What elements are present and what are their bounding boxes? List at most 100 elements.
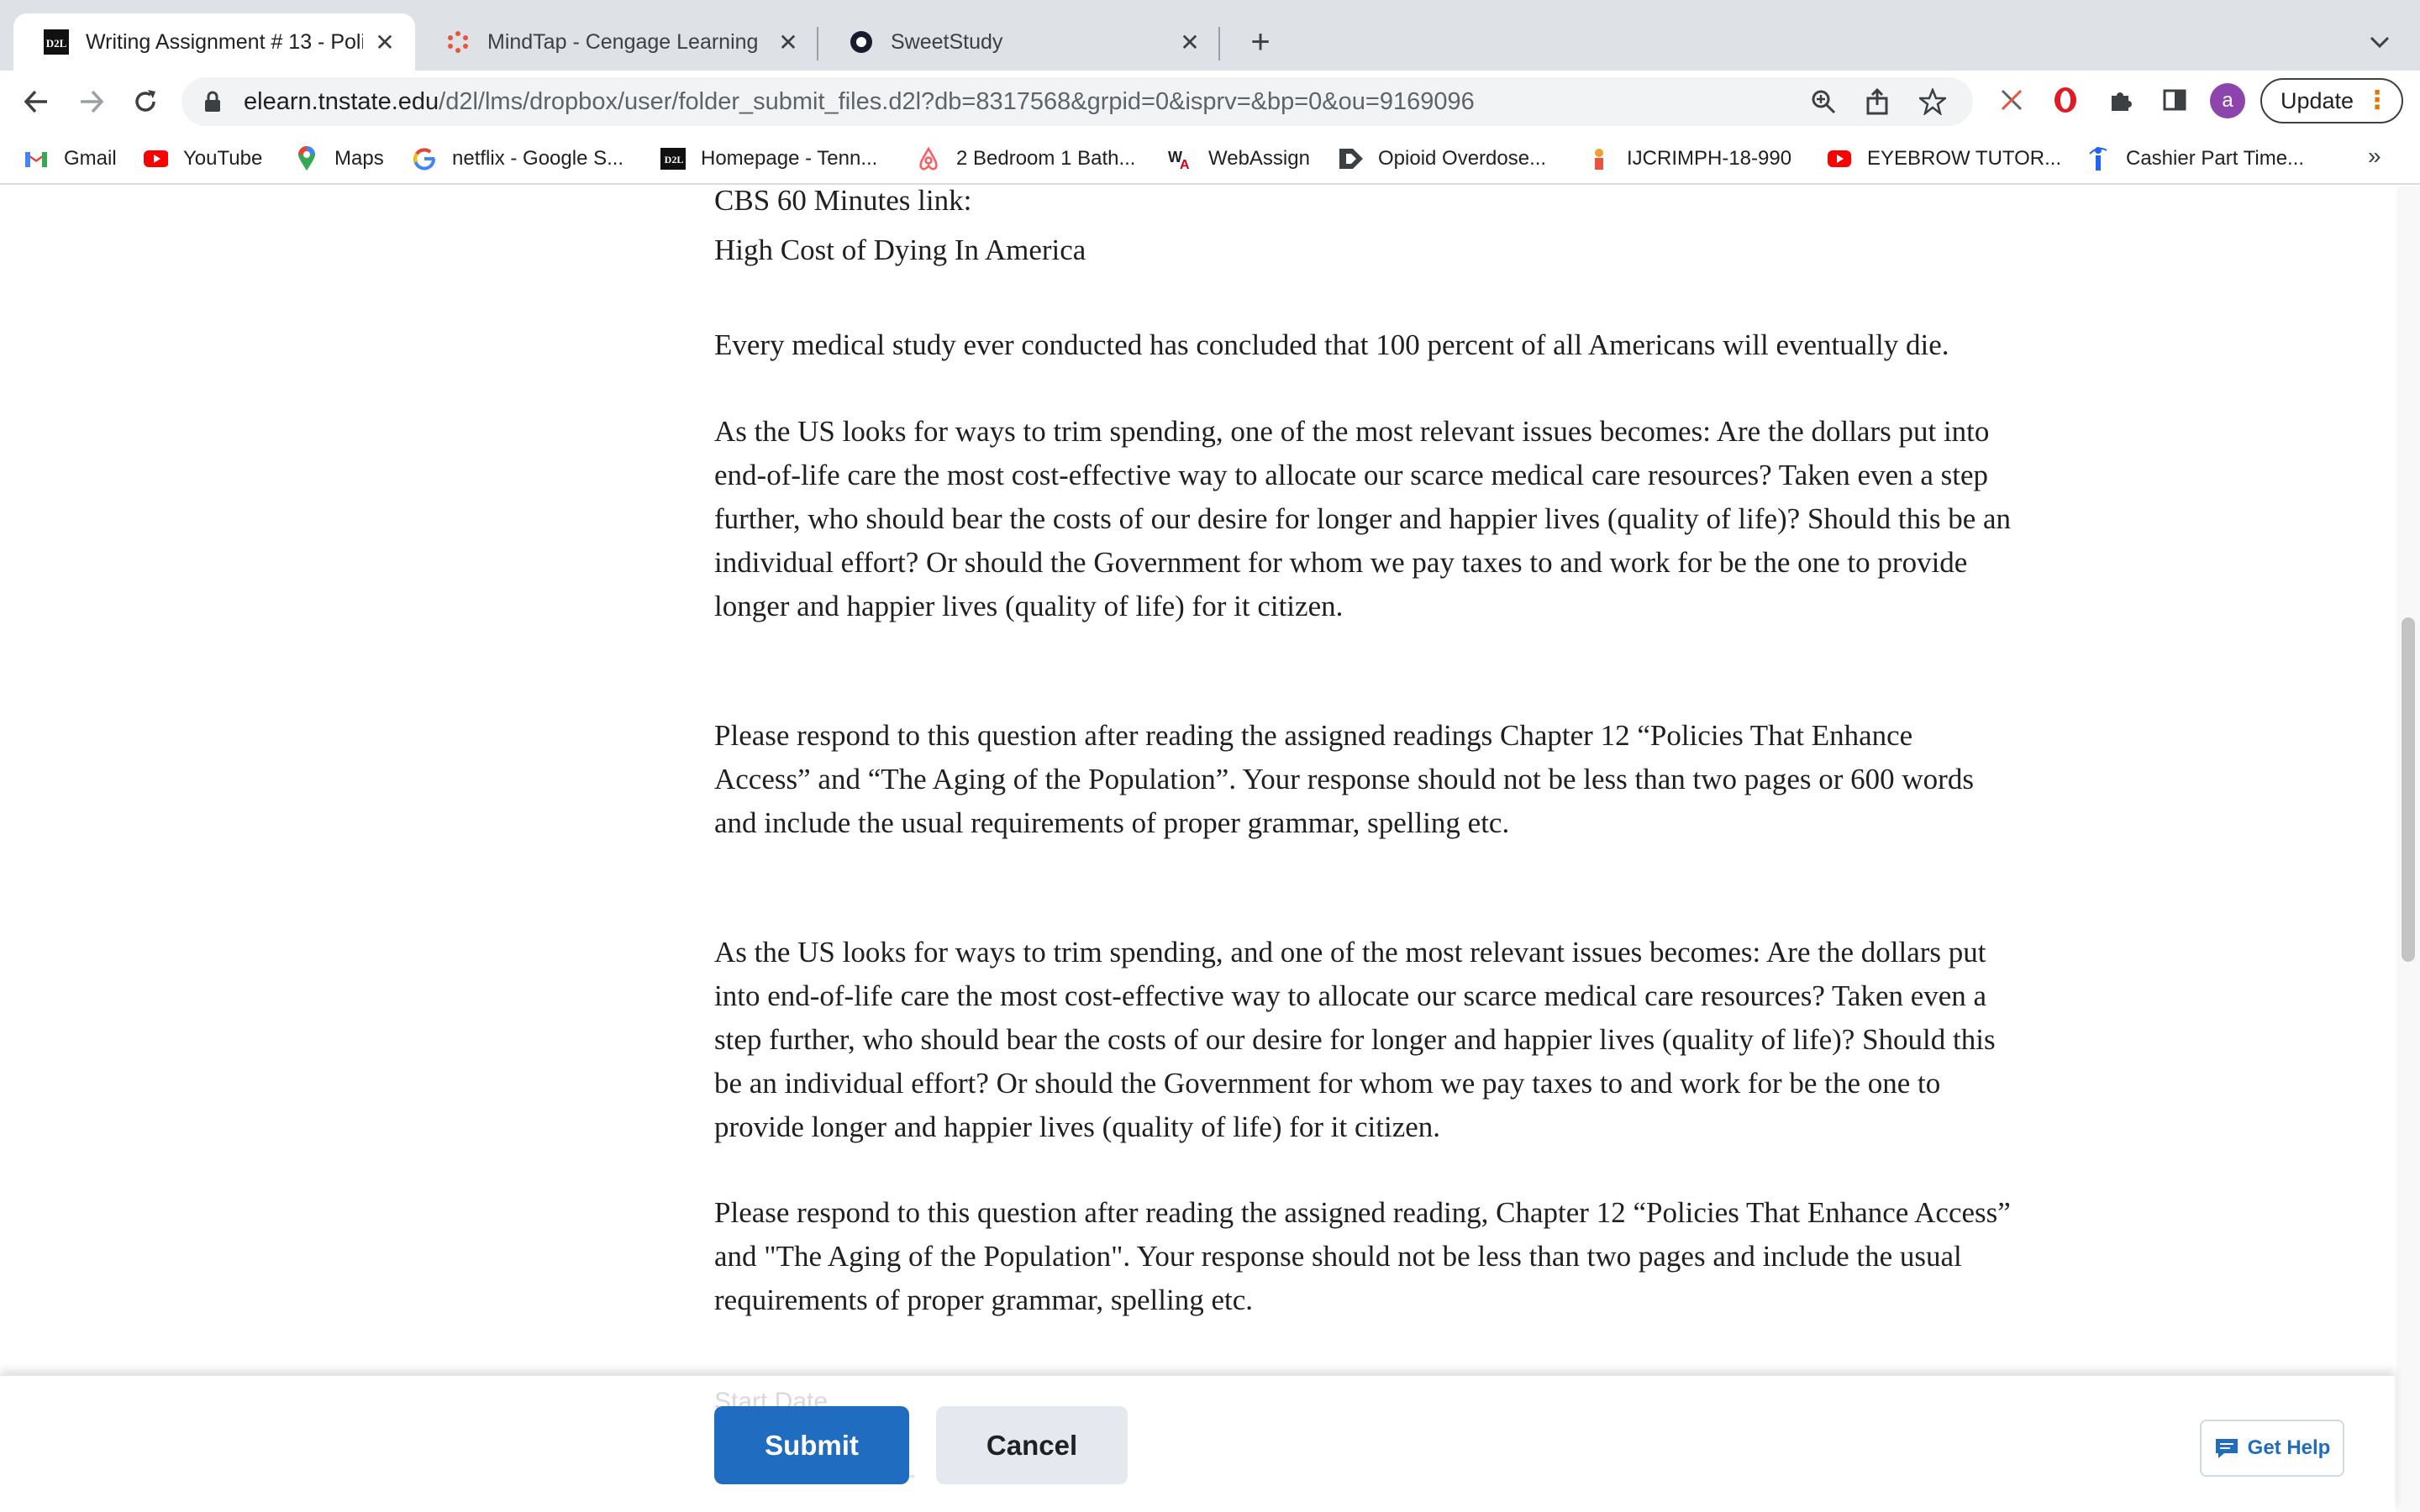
reload-icon[interactable] — [126, 82, 165, 121]
paragraph-line: longer and happier lives (quality of lif… — [714, 590, 1344, 622]
paragraph-question-2: As the US looks for ways to trim spendin… — [714, 931, 2075, 1149]
star-bookmark-icon[interactable] — [1916, 85, 1949, 118]
paragraph-line: step further, who should bear the costs … — [714, 1023, 1996, 1056]
paragraph-line: into end-of-life care the most cost-effe… — [714, 979, 1987, 1012]
indeed-icon — [2086, 146, 2111, 171]
submit-button[interactable]: Submit — [714, 1406, 909, 1484]
new-tab-icon[interactable]: + — [1242, 24, 1279, 60]
bookmark-gmail[interactable]: Gmail — [24, 143, 117, 175]
extension-scissors-icon[interactable] — [1993, 81, 2030, 118]
bookmark-label: 2 Bedroom 1 Bath... — [956, 147, 1136, 170]
svg-text:D2L: D2L — [665, 154, 684, 165]
cbs-link-label: CBS 60 Minutes link: — [714, 184, 972, 217]
browser-toolbar: elearn.tnstate.edu/d2l/lms/dropbox/user/… — [0, 71, 2420, 133]
youtube-icon — [143, 146, 168, 171]
profile-avatar[interactable]: a — [2210, 83, 2245, 118]
submit-action-bar — [0, 1375, 2395, 1512]
journal-icon — [1586, 146, 1612, 171]
mindtap-icon — [445, 29, 471, 55]
bookmark-label: Homepage - Tenn... — [701, 147, 878, 170]
bookmark-ijcrimph[interactable]: IJCRIMPH-18-990 — [1586, 143, 1791, 175]
paragraph-line: As the US looks for ways to trim spendin… — [714, 936, 1986, 969]
chat-icon — [2214, 1436, 2239, 1460]
bookmark-airbnb[interactable]: 2 Bedroom 1 Bath... — [916, 143, 1135, 175]
paragraph-intro: Every medical study ever conducted has c… — [714, 328, 1949, 361]
paragraph-line: further, who should bear the costs of ou… — [714, 502, 2012, 535]
paragraph-instructions-1: Please respond to this question after re… — [714, 714, 2075, 845]
more-bookmarks-icon[interactable]: » — [2368, 143, 2381, 170]
svg-text:A: A — [1180, 158, 1190, 171]
paragraph-line: end-of-life care the most cost-effective… — [714, 459, 1989, 491]
bookmark-label: Maps — [334, 147, 384, 170]
high-cost-of-dying-link[interactable]: High Cost of Dying In America — [714, 228, 2075, 272]
paragraph-line: requirements of proper grammar, spelling… — [714, 1284, 1254, 1316]
paragraph-line: Please respond to this question after re… — [714, 719, 1913, 752]
bookmark-label: Cashier Part Time... — [2126, 147, 2305, 170]
bookmark-webassign[interactable]: WA WebAssign — [1168, 143, 1310, 175]
paragraph-instructions-2: Please respond to this question after re… — [714, 1191, 2075, 1322]
update-button[interactable]: Update ⋮ — [2260, 78, 2403, 123]
bookmark-youtube[interactable]: YouTube — [143, 143, 262, 175]
tab-title: Writing Assignment # 13 - Polic — [86, 29, 363, 54]
share-icon[interactable] — [1860, 85, 1894, 118]
bookmark-eyebrow-tutorial[interactable]: EYEBROW TUTOR... — [1827, 143, 2061, 175]
bookmark-homepage-tenn[interactable]: D2L Homepage - Tenn... — [660, 143, 877, 175]
maps-icon — [294, 146, 319, 171]
paragraph-line: be an individual effort? Or should the G… — [714, 1067, 1941, 1100]
d2l-icon: D2L — [660, 146, 686, 171]
bookmark-label: YouTube — [183, 147, 263, 170]
zoom-icon[interactable] — [1807, 85, 1840, 118]
scrollbar-thumb[interactable] — [2402, 617, 2415, 962]
get-help-button[interactable]: Get Help — [2200, 1420, 2344, 1477]
airbnb-icon — [916, 146, 941, 171]
tab-separator — [1218, 27, 1220, 60]
get-help-label: Get Help — [2247, 1436, 2331, 1459]
tab-strip: D2L Writing Assignment # 13 - Polic ✕ Mi… — [0, 0, 2420, 71]
cancel-button[interactable]: Cancel — [936, 1406, 1128, 1484]
paragraph-line: and "The Aging of the Population". Your … — [714, 1240, 1962, 1273]
update-label: Update — [2281, 87, 2354, 113]
back-arrow-icon[interactable] — [17, 82, 55, 121]
bookmark-cashier-part-time[interactable]: Cashier Part Time... — [2086, 143, 2304, 175]
more-menu-icon[interactable]: ⋮ — [2365, 87, 2390, 115]
lock-icon[interactable] — [202, 89, 224, 114]
chevron-down-icon[interactable] — [2361, 24, 2398, 60]
gmail-icon — [24, 146, 49, 171]
svg-text:D2L: D2L — [46, 37, 67, 50]
youtube-icon — [1827, 146, 1852, 171]
side-panel-icon[interactable] — [2156, 81, 2193, 118]
bookmark-maps[interactable]: Maps — [294, 143, 384, 175]
address-bar[interactable]: elearn.tnstate.edu/d2l/lms/dropbox/user/… — [182, 77, 1973, 126]
bookmark-label: netflix - Google S... — [452, 147, 624, 170]
url-path: /d2l/lms/dropbox/user/folder_submit_file… — [439, 87, 1475, 115]
paragraph-line: As the US looks for ways to trim spendin… — [714, 415, 1990, 448]
tab-mindtap[interactable]: MindTap - Cengage Learning ✕ — [415, 13, 818, 71]
url-host: elearn.tnstate.edu — [244, 87, 439, 115]
opera-icon[interactable] — [2047, 81, 2084, 118]
webassign-icon: WA — [1168, 146, 1193, 171]
paragraph-line: Please respond to this question after re… — [714, 1196, 2011, 1229]
tab-sweetstudy[interactable]: SweetStudy ✕ — [818, 13, 1220, 71]
tab-title: SweetStudy — [891, 29, 1003, 54]
google-icon — [412, 146, 437, 171]
bookmarks-bar: Gmail YouTube Maps netflix - Google S...… — [0, 133, 2420, 185]
close-tab-icon[interactable]: ✕ — [1176, 29, 1203, 55]
bookmark-netflix-google[interactable]: netflix - Google S... — [412, 143, 623, 175]
tab-writing-assignment[interactable]: D2L Writing Assignment # 13 - Polic ✕ — [13, 13, 415, 71]
paragraph-question-1: As the US looks for ways to trim spendin… — [714, 410, 2075, 628]
paragraph-line: individual effort? Or should the Governm… — [714, 546, 1968, 579]
close-tab-icon[interactable]: ✕ — [371, 29, 398, 55]
bookmark-opioid-overdose[interactable]: Opioid Overdose... — [1338, 143, 1546, 175]
bookmark-label: IJCRIMPH-18-990 — [1627, 147, 1792, 170]
paragraph-line: provide longer and happier lives (qualit… — [714, 1110, 1441, 1143]
bookmark-label: EYEBROW TUTOR... — [1867, 147, 2062, 170]
forward-arrow-icon[interactable] — [72, 82, 111, 121]
bookmark-page-icon — [1338, 146, 1363, 171]
bookmark-label: Gmail — [64, 147, 117, 170]
close-tab-icon[interactable]: ✕ — [775, 29, 802, 55]
paragraph-line: Access” and “The Aging of the Population… — [714, 763, 1974, 795]
extensions-puzzle-icon[interactable] — [2102, 81, 2139, 118]
url-text: elearn.tnstate.edu/d2l/lms/dropbox/user/… — [244, 88, 1475, 116]
bookmark-label: WebAssign — [1208, 147, 1310, 170]
bookmark-label: Opioid Overdose... — [1378, 147, 1547, 170]
